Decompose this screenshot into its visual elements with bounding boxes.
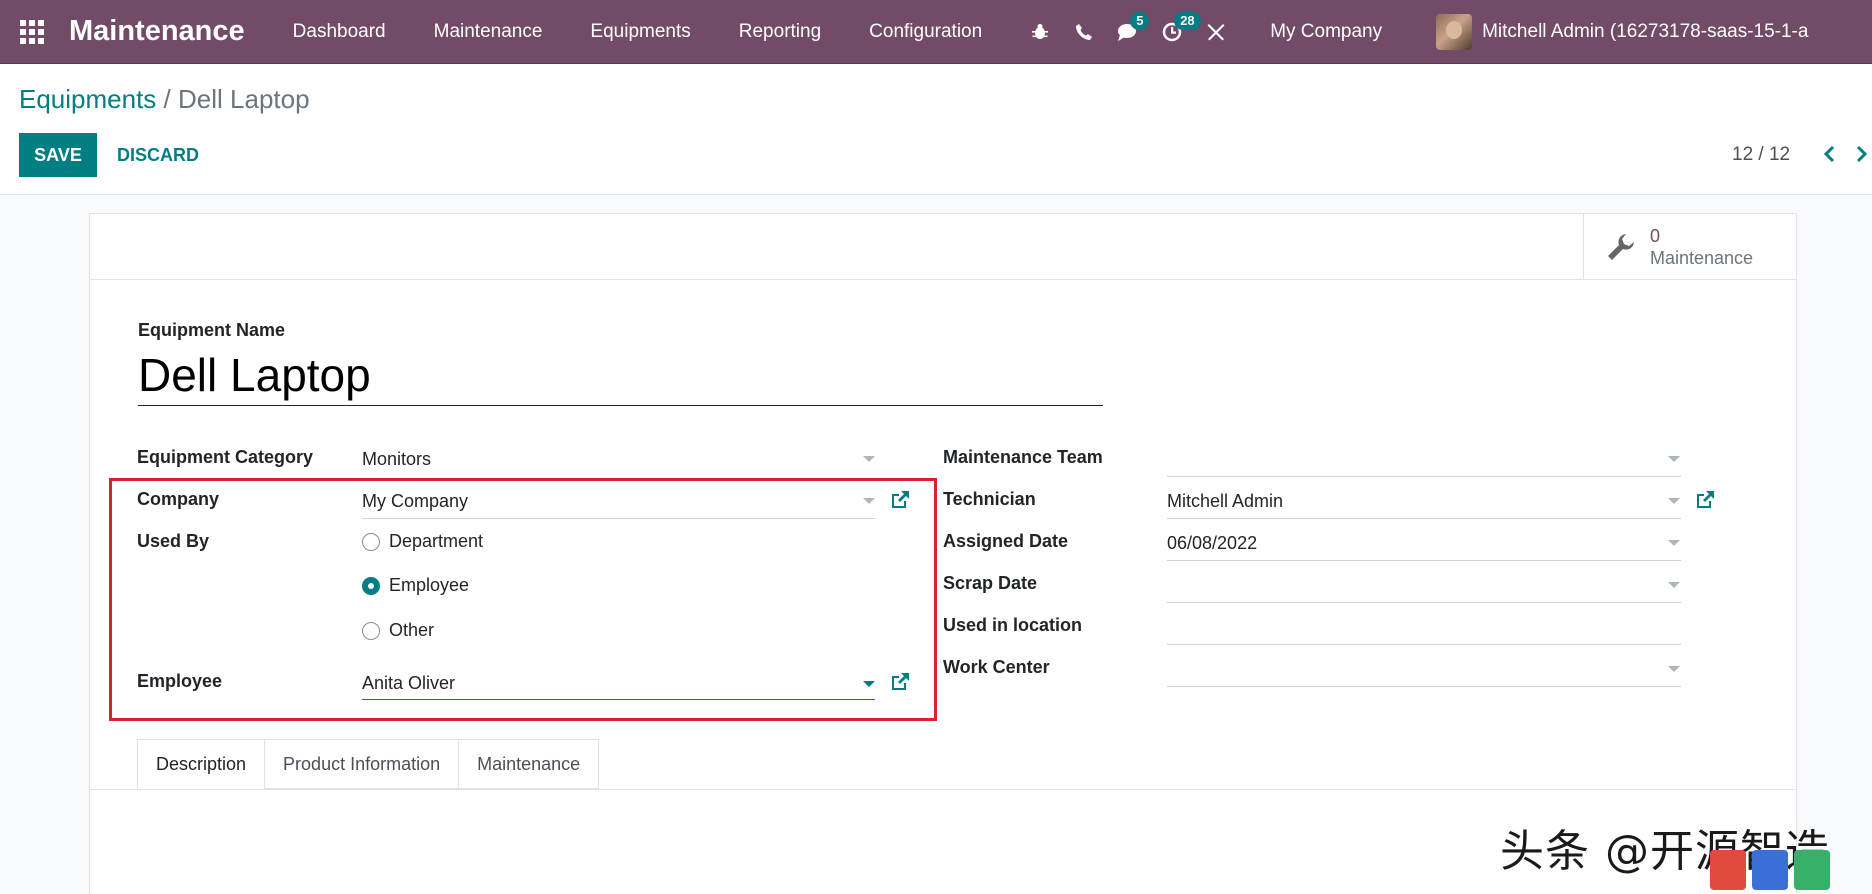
assigned-date-dropdown-icon[interactable]	[1668, 540, 1680, 546]
chevron-left-icon[interactable]	[1818, 142, 1840, 166]
breadcrumb-separator: /	[163, 84, 171, 114]
technician-field-underline	[1167, 518, 1681, 519]
team-field-underline	[1167, 476, 1681, 477]
menu-configuration[interactable]: Configuration	[845, 21, 1006, 43]
technician-label: Technician	[943, 489, 1036, 509]
technician-dropdown-icon[interactable]	[1668, 498, 1680, 504]
chat-icon[interactable]: 5	[1106, 0, 1150, 64]
menu-dashboard[interactable]: Dashboard	[269, 21, 410, 43]
pager-value[interactable]: 12 / 12	[1732, 144, 1790, 166]
scrap-date-dropdown-icon[interactable]	[1668, 582, 1680, 588]
team-dropdown-icon[interactable]	[1668, 456, 1680, 462]
equipment-category-label: Equipment Category	[137, 447, 314, 467]
tab-maintenance[interactable]: Maintenance	[459, 739, 600, 789]
avatar	[1436, 13, 1473, 50]
tab-description[interactable]: Description	[137, 739, 266, 789]
maintenance-team-label: Maintenance Team	[943, 447, 1103, 467]
apps-menu-icon[interactable]	[0, 0, 64, 64]
equipment-name-input[interactable]: Dell Laptop	[138, 344, 1103, 406]
stat-label: Maintenance	[1650, 248, 1754, 268]
external-link-icon[interactable]	[1694, 489, 1716, 511]
company-switcher[interactable]: My Company	[1246, 21, 1406, 43]
work-center-underline	[1167, 686, 1681, 687]
discard-button[interactable]: DISCARD	[117, 133, 199, 177]
wrench-icon	[1608, 234, 1634, 260]
assigned-date-field[interactable]: 06/08/2022	[1167, 533, 1257, 554]
tabs-divider	[90, 789, 1796, 790]
app-title[interactable]: Maintenance	[69, 15, 245, 48]
bug-icon[interactable]	[1018, 0, 1062, 64]
menu-reporting[interactable]: Reporting	[715, 21, 845, 43]
messages-badge: 5	[1130, 11, 1150, 30]
work-center-dropdown-icon[interactable]	[1668, 666, 1680, 672]
breadcrumb-current: Dell Laptop	[178, 84, 310, 114]
menu-equipments[interactable]: Equipments	[566, 21, 714, 43]
stat-value: 0	[1650, 226, 1661, 246]
highlight-box	[109, 478, 937, 721]
assigned-date-label: Assigned Date	[943, 531, 1069, 551]
maintenance-stat-button[interactable]: 0 Maintenance	[1583, 214, 1796, 280]
breadcrumb-equipments[interactable]: Equipments	[19, 84, 156, 114]
phone-icon[interactable]	[1062, 0, 1106, 64]
scrap-date-underline	[1167, 602, 1681, 603]
user-name: Mitchell Admin (16273178-saas-15-1-a	[1482, 20, 1809, 42]
tools-icon[interactable]	[1194, 0, 1238, 64]
work-center-label: Work Center	[943, 657, 1050, 677]
assigned-date-underline	[1167, 560, 1681, 561]
tab-product-information[interactable]: Product Information	[265, 739, 460, 789]
watermark-logo	[1710, 850, 1870, 894]
equipment-name-label: Equipment Name	[138, 320, 286, 340]
used-in-location-label: Used in location	[943, 615, 1083, 635]
user-menu[interactable]: Mitchell Admin (16273178-saas-15-1-a	[1436, 13, 1809, 50]
button-box: 0 Maintenance	[90, 214, 1796, 280]
chevron-right-icon[interactable]	[1856, 142, 1872, 166]
notebook-tabs: Description Product Information Maintena…	[137, 739, 600, 789]
technician-field[interactable]: Mitchell Admin	[1167, 491, 1283, 512]
top-navbar: Maintenance Dashboard Maintenance Equipm…	[0, 0, 1872, 64]
clock-icon[interactable]: 28	[1150, 0, 1201, 64]
category-dropdown-icon[interactable]	[863, 456, 875, 462]
control-panel: Equipments / Dell Laptop SAVE DISCARD 12…	[0, 64, 1872, 195]
location-underline	[1167, 644, 1681, 645]
equipment-category-value[interactable]: Monitors	[362, 449, 431, 470]
breadcrumb: Equipments / Dell Laptop	[19, 84, 310, 115]
menu-maintenance[interactable]: Maintenance	[410, 21, 567, 43]
save-button[interactable]: SAVE	[19, 133, 97, 177]
scrap-date-label: Scrap Date	[943, 573, 1038, 593]
